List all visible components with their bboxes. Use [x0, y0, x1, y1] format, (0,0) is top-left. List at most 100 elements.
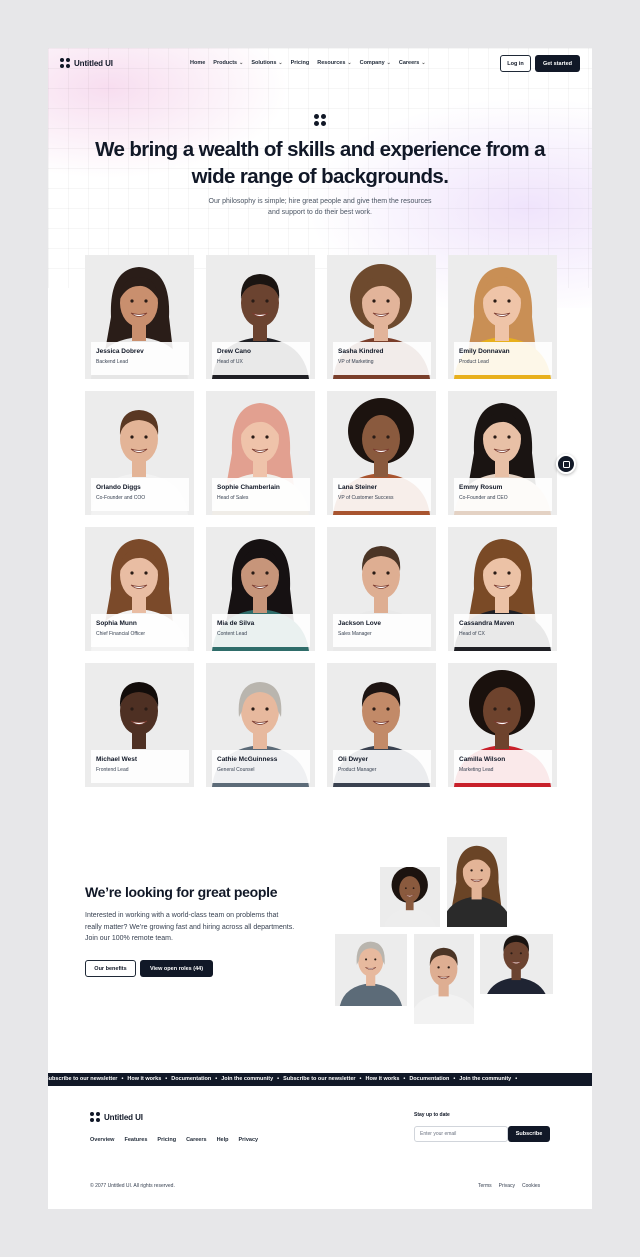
- ticker-item[interactable]: Subscribe to our newsletter: [283, 1076, 355, 1082]
- top-navigation: Untitled UI Home Products ⌄ Solutions ⌄ Prici…: [60, 55, 580, 73]
- member-role: Backend Lead: [96, 359, 128, 365]
- team-member-card[interactable]: Jackson Love Sales Manager: [327, 527, 436, 651]
- nav-item-products[interactable]: Products ⌄: [213, 60, 243, 66]
- hiring-description: Interested in working with a world-class…: [85, 912, 295, 942]
- ticker-item[interactable]: Documentation: [171, 1076, 211, 1082]
- portrait-photo: [384, 867, 436, 927]
- legal-link-cookies[interactable]: Cookies: [522, 1183, 540, 1189]
- copyright: © 2077 Untitled UI. All rights reserved.: [90, 1183, 175, 1189]
- logo-icon: [60, 58, 70, 68]
- ticker-item[interactable]: How it works: [365, 1076, 399, 1082]
- member-role: Head of CX: [459, 631, 485, 637]
- member-role: VP of Customer Success: [338, 495, 394, 501]
- email-field[interactable]: Enter your email: [414, 1126, 508, 1142]
- team-member-card[interactable]: Emmy Rosum Co-Founder and CEO: [448, 391, 557, 515]
- footer-logo[interactable]: Untitled UI: [90, 1112, 143, 1122]
- member-role: Product Lead: [459, 359, 489, 365]
- ticker-track: Subscribe to our newsletter • How it works…: [48, 1073, 521, 1086]
- portrait-photo: [414, 947, 474, 1024]
- page-title: We bring a wealth of skills and experien…: [95, 138, 545, 188]
- ticker-item[interactable]: Documentation: [409, 1076, 449, 1082]
- team-member-card[interactable]: Camilla Wilson Marketing Lead: [448, 663, 557, 787]
- member-role: Sales Manager: [338, 631, 372, 637]
- member-info-box: Oli Dwyer Product Manager: [333, 750, 431, 783]
- nav-links: Home Products ⌄ Solutions ⌄ Pricing Resources ⌄…: [190, 60, 426, 66]
- chevron-down-icon: ⌄: [421, 60, 426, 66]
- gallery-photo: [480, 934, 553, 994]
- footer-link-pricing[interactable]: Pricing: [157, 1137, 176, 1143]
- team-member-card[interactable]: Sophia Munn Chief Financial Officer: [85, 527, 194, 651]
- footer-link-features[interactable]: Features: [124, 1137, 147, 1143]
- footer-link-privacy[interactable]: Privacy: [238, 1137, 258, 1143]
- ticker-separator: •: [215, 1076, 218, 1082]
- team-member-card[interactable]: Oli Dwyer Product Manager: [327, 663, 436, 787]
- footer-link-careers[interactable]: Careers: [186, 1137, 207, 1143]
- member-info-box: Jackson Love Sales Manager: [333, 614, 431, 647]
- brand-logo[interactable]: Untitled UI: [60, 58, 113, 68]
- team-member-card[interactable]: Emily Donnavan Product Lead: [448, 255, 557, 379]
- footer-link-help[interactable]: Help: [217, 1137, 229, 1143]
- nav-item-solutions[interactable]: Solutions ⌄: [251, 60, 282, 66]
- nav-item-pricing[interactable]: Pricing: [291, 60, 310, 66]
- team-member-card[interactable]: Mia de Silva Content Lead: [206, 527, 315, 651]
- nav-item-company[interactable]: Company ⌄: [360, 60, 391, 66]
- chat-icon: [562, 460, 570, 468]
- legal-link-terms[interactable]: Terms: [478, 1183, 492, 1189]
- member-info-box: Mia de Silva Content Lead: [212, 614, 310, 647]
- our-benefits-button[interactable]: Our benefits: [85, 960, 136, 977]
- ticker-item[interactable]: Join the community: [221, 1076, 273, 1082]
- nav-item-label: Home: [190, 60, 206, 66]
- ticker-item[interactable]: How it works: [127, 1076, 161, 1082]
- team-member-card[interactable]: Drew Cano Head of UX: [206, 255, 315, 379]
- login-button[interactable]: Log in: [500, 55, 531, 72]
- chevron-down-icon: ⌄: [239, 60, 244, 66]
- nav-item-label: Resources: [317, 60, 346, 66]
- page-subtitle: Our philosophy is simple; hire great peo…: [208, 198, 432, 216]
- footer-link-overview[interactable]: Overview: [90, 1137, 114, 1143]
- team-member-card[interactable]: Cassandra Maven Head of CX: [448, 527, 557, 651]
- hero-logo-icon: [314, 114, 326, 126]
- nav-item-label: Solutions: [251, 60, 277, 66]
- gallery-photo: [335, 934, 407, 1006]
- member-name: Sasha Kindred: [338, 348, 384, 355]
- ticker-separator: •: [403, 1076, 406, 1082]
- newsletter-ticker: Subscribe to our newsletter • How it works…: [48, 1073, 592, 1086]
- member-name: Cassandra Maven: [459, 620, 515, 627]
- member-name: Cathie McGuinness: [217, 756, 278, 763]
- get-started-button[interactable]: Get started: [535, 55, 580, 72]
- team-member-card[interactable]: Orlando Diggs Co-Founder and COO: [85, 391, 194, 515]
- team-member-card[interactable]: Jessica Dobrev Backend Lead: [85, 255, 194, 379]
- newsletter-heading: Stay up to date: [414, 1112, 450, 1118]
- member-role: Frontend Lead: [96, 767, 129, 773]
- member-name: Oli Dwyer: [338, 756, 368, 763]
- chat-button[interactable]: [556, 454, 576, 474]
- member-name: Orlando Diggs: [96, 484, 141, 491]
- team-member-card[interactable]: Lana Steiner VP of Customer Success: [327, 391, 436, 515]
- nav-item-resources[interactable]: Resources ⌄: [317, 60, 351, 66]
- legal-links: Terms Privacy Cookies: [478, 1183, 540, 1189]
- team-member-card[interactable]: Sophie Chamberlain Head of Sales: [206, 391, 315, 515]
- member-name: Camilla Wilson: [459, 756, 506, 763]
- nav-item-careers[interactable]: Careers ⌄: [399, 60, 426, 66]
- ticker-item[interactable]: Join the community: [459, 1076, 511, 1082]
- brand-name: Untitled UI: [74, 58, 113, 68]
- member-name: Jessica Dobrev: [96, 348, 144, 355]
- legal-link-privacy[interactable]: Privacy: [499, 1183, 515, 1189]
- member-name: Emmy Rosum: [459, 484, 503, 491]
- member-info-box: Jessica Dobrev Backend Lead: [91, 342, 189, 375]
- member-info-box: Orlando Diggs Co-Founder and COO: [91, 478, 189, 511]
- team-member-card[interactable]: Michael West Frontend Lead: [85, 663, 194, 787]
- nav-item-home[interactable]: Home: [190, 60, 205, 66]
- member-info-box: Sophia Munn Chief Financial Officer: [91, 614, 189, 647]
- ticker-separator: •: [121, 1076, 124, 1082]
- subscribe-button[interactable]: Subscribe: [508, 1126, 550, 1142]
- ticker-item[interactable]: Subscribe to our newsletter: [48, 1076, 117, 1082]
- nav-item-label: Careers: [398, 60, 420, 66]
- team-member-card[interactable]: Sasha Kindred VP of Marketing: [327, 255, 436, 379]
- member-name: Sophie Chamberlain: [217, 484, 280, 491]
- team-member-card[interactable]: Cathie McGuinness General Counsel: [206, 663, 315, 787]
- view-open-roles-button[interactable]: View open roles (44): [140, 960, 213, 977]
- member-info-box: Lana Steiner VP of Customer Success: [333, 478, 431, 511]
- chevron-down-icon: ⌄: [386, 60, 391, 66]
- member-name: Drew Cano: [217, 348, 251, 355]
